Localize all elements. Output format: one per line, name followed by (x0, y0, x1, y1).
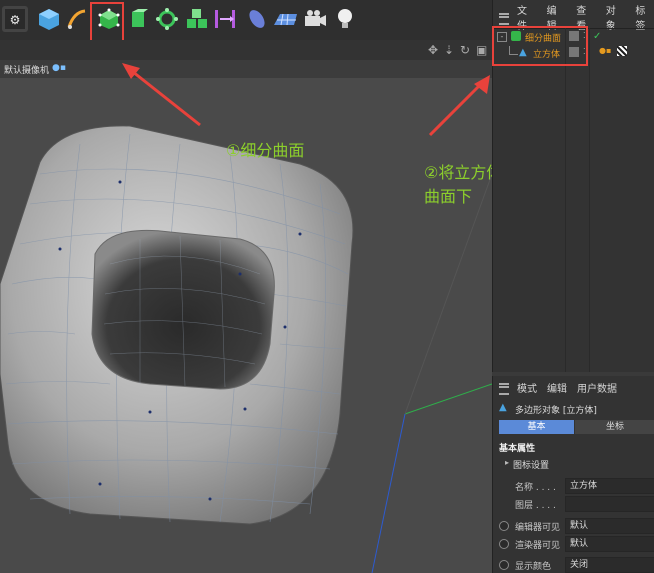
editor-visible-label: 编辑器可见 (515, 523, 561, 533)
editor-visible-radio[interactable] (499, 521, 509, 531)
menu-user-data[interactable]: 用户数据 (577, 380, 617, 395)
attribute-manager-menu: 模式 编辑 用户数据 (493, 378, 654, 396)
display-color-radio[interactable] (499, 560, 509, 570)
texture-tag-icon[interactable] (617, 46, 627, 56)
layer-field[interactable] (565, 496, 654, 512)
polygon-object-icon: ▲ (499, 402, 507, 413)
render-visible-radio[interactable] (499, 539, 509, 549)
render-visible-label: 渲染器可见 (515, 541, 561, 551)
phong-tag-icon[interactable]: ●▪ (599, 46, 611, 55)
tab-coordinates[interactable]: 坐标 (575, 420, 654, 434)
attribute-manager: 模式 编辑 用户数据 ▲ 多边形对象 [立方体] 基本 坐标 基本属性 ▸ 图标… (492, 376, 654, 573)
display-color-select[interactable]: 关闭 (565, 557, 654, 573)
object-tree-highlight-box (492, 26, 588, 66)
check-icon[interactable]: ✓ (593, 31, 601, 42)
menu-mode[interactable]: 模式 (517, 380, 537, 395)
editor-visible-select[interactable]: 默认 (565, 518, 654, 534)
menu-edit[interactable]: 编辑 (547, 380, 567, 395)
tab-basic[interactable]: 基本 (499, 420, 574, 434)
render-visible-select[interactable]: 默认 (565, 536, 654, 552)
display-color-label: 显示颜色 (515, 562, 552, 572)
section-title: 基本属性 (499, 444, 536, 454)
name-label: 名称 . . . . (515, 483, 556, 493)
layer-label: 图层 . . . . (515, 501, 556, 511)
hamburger-icon[interactable] (499, 383, 509, 395)
object-manager-menu: 文件 编辑 查看 对象 标签 (493, 6, 654, 32)
expand-arrow-icon[interactable]: ▸ (505, 458, 509, 467)
name-field[interactable]: 立方体 (565, 478, 654, 494)
hamburger-icon[interactable] (499, 13, 509, 25)
object-title: 多边形对象 [立方体] (515, 406, 597, 416)
annotation-step2-line2: 曲面下 (424, 187, 473, 206)
icon-settings-group[interactable]: 图标设置 (513, 458, 549, 471)
annotation-step1: ①细分曲面 (226, 141, 305, 160)
